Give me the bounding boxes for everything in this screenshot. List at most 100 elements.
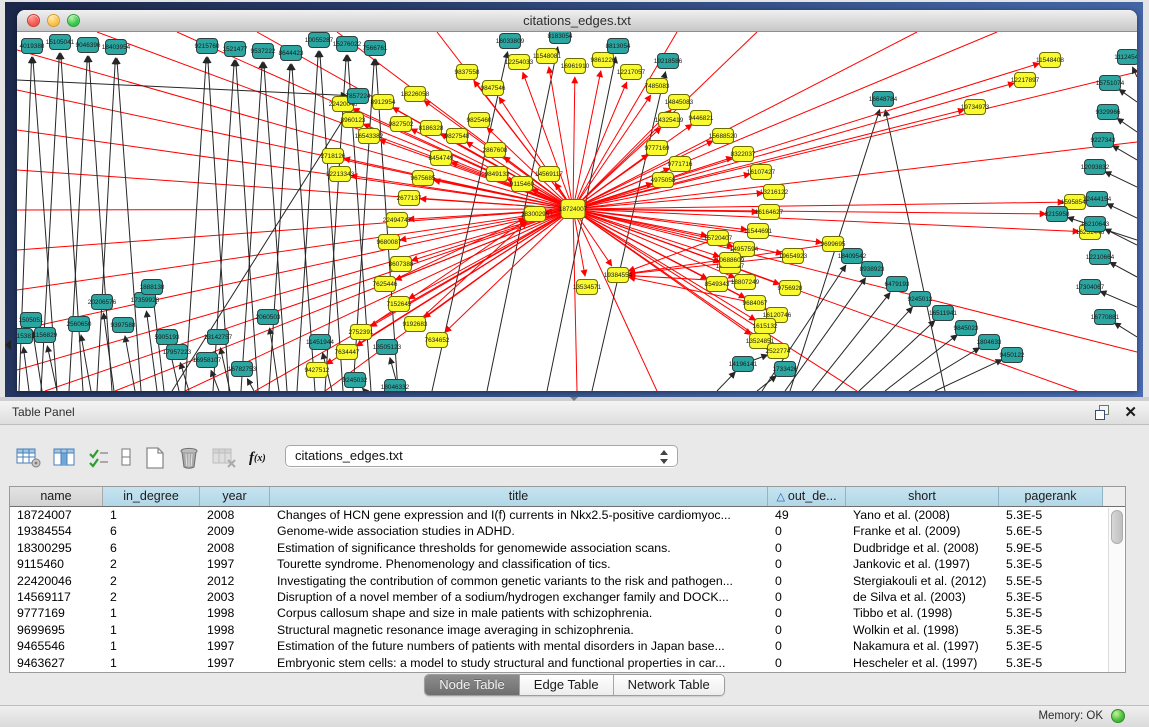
network-node[interactable]: 19654923 xyxy=(779,249,808,264)
network-node[interactable]: 16164627 xyxy=(755,205,784,220)
network-node[interactable]: 11451944 xyxy=(306,335,334,350)
table-row[interactable]: 946554611997Estimation of the future num… xyxy=(10,638,1125,654)
network-node[interactable]: 2560650 xyxy=(67,317,92,332)
function-builder-icon[interactable]: f(x) xyxy=(249,450,266,467)
network-node[interactable]: 8549343 xyxy=(705,277,730,292)
network-node[interactable]: 9827502 xyxy=(389,117,414,132)
network-node[interactable]: 7152645 xyxy=(387,297,412,312)
column-visibility-icon[interactable] xyxy=(53,447,77,469)
network-node[interactable]: 11124543 xyxy=(1114,50,1137,65)
window-titlebar[interactable]: citations_edges.txt xyxy=(17,10,1137,32)
tab-network-table[interactable]: Network Table xyxy=(614,675,724,695)
table-row[interactable]: 946362711997Embryonic stem cells: a mode… xyxy=(10,655,1125,671)
network-node[interactable]: 4019388 xyxy=(20,39,45,54)
column-header-title[interactable]: title xyxy=(270,487,768,506)
table-row[interactable]: 1456911722003Disruption of a novel membe… xyxy=(10,589,1125,605)
table-selector-dropdown[interactable]: citations_edges.txt xyxy=(285,445,678,467)
table-row[interactable]: 1830029562008Estimation of significance … xyxy=(10,540,1125,556)
network-node[interactable]: 15751074 xyxy=(1096,76,1125,91)
network-node[interactable]: 8183054 xyxy=(548,32,573,44)
network-node[interactable]: 18226058 xyxy=(401,87,430,102)
table-row[interactable]: 911546021997Tourette syndrome. Phenomeno… xyxy=(10,556,1125,572)
network-node[interactable]: 18807249 xyxy=(731,275,760,290)
column-header-name[interactable]: name xyxy=(10,487,103,506)
network-node[interactable]: 9825460 xyxy=(467,113,492,128)
network-graph[interactable]: 1872400718226058891295489601231654338298… xyxy=(17,32,1137,391)
network-node[interactable]: 8813054 xyxy=(606,39,631,54)
network-node[interactable]: 9245032 xyxy=(343,373,368,388)
network-node[interactable]: 9215760 xyxy=(195,39,220,54)
network-node[interactable]: 8186328 xyxy=(419,121,444,136)
network-node[interactable]: 9537222 xyxy=(251,44,276,59)
table-row[interactable]: 969969511998Structural magnetic resonanc… xyxy=(10,622,1125,638)
network-node[interactable]: 9446821 xyxy=(689,111,714,126)
network-node[interactable]: 9827548 xyxy=(445,129,470,144)
network-node[interactable]: 9684067 xyxy=(743,296,768,311)
network-node[interactable]: 13216122 xyxy=(760,185,789,200)
network-node[interactable]: 6479193 xyxy=(885,277,910,292)
network-node[interactable]: 9397588 xyxy=(111,318,136,333)
network-node[interactable]: 11548081 xyxy=(533,49,561,64)
scrollbar-thumb[interactable] xyxy=(1111,510,1123,544)
narrow-table-icon[interactable] xyxy=(121,447,133,469)
network-node[interactable]: 1888138 xyxy=(140,280,165,295)
new-document-icon[interactable] xyxy=(144,446,166,470)
network-node[interactable]: 7634652 xyxy=(425,333,450,348)
network-node[interactable]: 8322037 xyxy=(731,147,756,162)
network-node[interactable]: 16543382 xyxy=(355,129,384,144)
close-panel-icon[interactable]: ✕ xyxy=(1124,403,1137,421)
column-header-short[interactable]: short xyxy=(846,487,999,506)
network-node[interactable]: 9450122 xyxy=(1000,348,1025,363)
tab-edge-table[interactable]: Edge Table xyxy=(520,675,614,695)
network-node[interactable]: 12093832 xyxy=(1081,160,1110,175)
vertical-scrollbar[interactable] xyxy=(1108,508,1124,672)
network-node[interactable]: 18046332 xyxy=(381,380,410,392)
table-row[interactable]: 1938455462009Genome-wide association stu… xyxy=(10,523,1125,539)
collapse-handle-icon[interactable] xyxy=(5,340,11,350)
network-node[interactable]: 9837558 xyxy=(455,65,480,80)
network-node[interactable]: 2867608 xyxy=(483,143,508,158)
network-node[interactable]: 14325419 xyxy=(655,113,684,128)
network-node[interactable]: 12444154 xyxy=(1083,192,1112,207)
network-node[interactable]: 4975058 xyxy=(651,173,676,188)
network-node[interactable]: 20206576 xyxy=(88,295,117,310)
network-node[interactable]: 8215958 xyxy=(1045,207,1070,222)
column-header-year[interactable]: year xyxy=(200,487,270,506)
memory-status-indicator[interactable] xyxy=(1111,709,1125,723)
network-node[interactable]: 3607388 xyxy=(389,257,414,272)
network-node[interactable]: 2718126 xyxy=(321,149,346,164)
table-row[interactable]: 1872400712008Changes of HCN gene express… xyxy=(10,507,1125,523)
network-node[interactable]: 2752391 xyxy=(349,325,374,340)
network-canvas[interactable]: 1872400718226058891295489601231654338298… xyxy=(17,32,1137,391)
network-node[interactable]: 1156829 xyxy=(33,328,58,343)
table-row[interactable]: 977716911998Corpus callosum shape and si… xyxy=(10,605,1125,621)
network-node[interactable]: 19384554 xyxy=(604,268,633,283)
network-node[interactable]: 9329966 xyxy=(1096,105,1121,120)
network-node[interactable]: 8938923 xyxy=(860,262,885,277)
network-node[interactable]: 5905193 xyxy=(155,330,180,345)
network-node[interactable]: 8644423 xyxy=(279,46,304,61)
network-node[interactable]: 1505051 xyxy=(19,313,44,328)
network-node[interactable]: 17957223 xyxy=(163,345,192,360)
network-node[interactable]: 9046396 xyxy=(76,38,101,53)
network-node[interactable]: 1804633 xyxy=(977,335,1002,350)
network-node[interactable]: 14845083 xyxy=(665,95,694,110)
float-panel-icon[interactable] xyxy=(1095,405,1109,419)
network-node[interactable]: 7566761 xyxy=(363,41,388,56)
network-node[interactable]: 2522774 xyxy=(766,344,791,359)
network-node[interactable]: 16958107 xyxy=(193,353,222,368)
network-node[interactable]: 9849133 xyxy=(485,167,510,182)
network-node[interactable]: 9861226 xyxy=(591,53,616,68)
network-node[interactable]: 9115460 xyxy=(510,177,535,192)
network-node[interactable]: 18403954 xyxy=(102,40,131,55)
network-node[interactable]: 9227343 xyxy=(1091,133,1116,148)
network-node[interactable]: 11548408 xyxy=(1036,53,1064,68)
network-node[interactable]: 7485083 xyxy=(645,79,670,94)
network-node[interactable]: 14569117 xyxy=(535,167,563,182)
network-node[interactable]: 14196141 xyxy=(729,357,758,372)
network-node[interactable]: 15105041 xyxy=(46,35,75,50)
network-node[interactable]: 18724007 xyxy=(559,200,588,219)
network-node[interactable]: 2060503 xyxy=(256,310,281,325)
table-settings-icon[interactable] xyxy=(16,447,42,469)
network-node[interactable]: 9680087 xyxy=(377,235,402,250)
